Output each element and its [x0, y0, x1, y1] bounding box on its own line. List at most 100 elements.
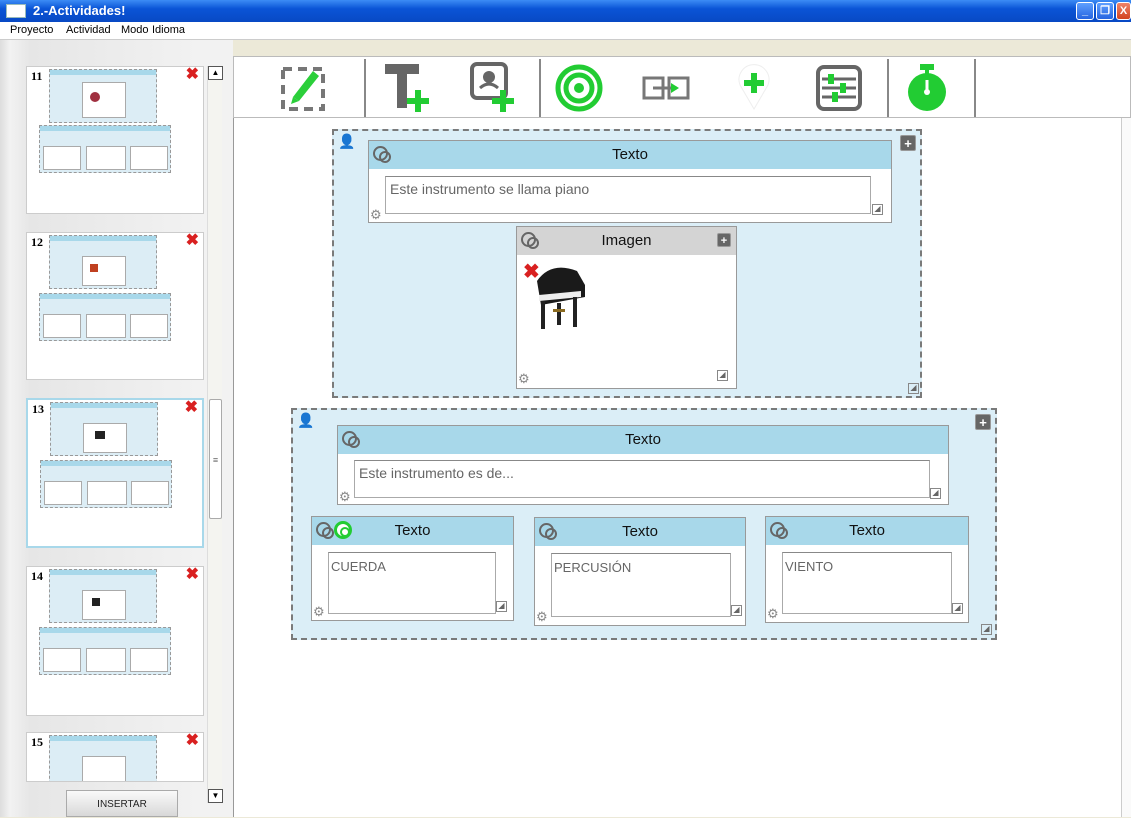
gear-icon[interactable]: ⚙ — [370, 208, 382, 221]
delete-slide-icon[interactable]: ✖ — [186, 67, 199, 83]
link-icon[interactable] — [342, 431, 360, 448]
target-tool[interactable] — [544, 60, 614, 116]
tool-bar — [233, 56, 1131, 118]
resize-handle-icon[interactable]: ◢ — [981, 624, 992, 635]
scrollbar-thumb[interactable]: ≡ — [209, 399, 222, 519]
menu-actividad[interactable]: Actividad — [66, 24, 111, 36]
target-icon — [555, 64, 603, 112]
activity-canvas[interactable]: 👤 + Texto Este instrumento se llama pian… — [233, 118, 1131, 817]
piano-image — [537, 267, 585, 329]
add-marker-tool[interactable] — [719, 60, 789, 116]
window-title: 2.-Actividades! — [33, 3, 126, 18]
resize-handle-icon[interactable]: ◢ — [872, 204, 883, 215]
card-header: Texto — [369, 141, 891, 169]
mini-group — [49, 235, 157, 289]
connect-tool[interactable] — [631, 60, 701, 116]
add-text-icon — [385, 64, 429, 112]
menu-idioma[interactable]: Idioma — [152, 24, 185, 36]
delete-slide-icon[interactable]: ✖ — [186, 233, 199, 249]
mini-group — [49, 569, 157, 623]
option-input[interactable]: VIENTO — [782, 552, 952, 614]
menu-proyecto[interactable]: Proyecto — [10, 24, 53, 36]
option-input[interactable]: PERCUSIÓN — [551, 553, 731, 617]
link-icon[interactable] — [770, 522, 788, 539]
resize-handle-icon[interactable]: ◢ — [496, 601, 507, 612]
resize-handle-icon[interactable]: ◢ — [731, 605, 742, 616]
delete-slide-icon[interactable]: ✖ — [186, 733, 199, 749]
add-element-icon[interactable]: + — [975, 414, 991, 430]
close-button[interactable]: X — [1116, 2, 1131, 20]
add-element-icon[interactable]: + — [717, 233, 731, 247]
person-icon: 👤 — [338, 133, 356, 149]
add-element-icon[interactable]: + — [900, 135, 916, 151]
slide-number: 15 — [31, 735, 43, 749]
option-card-2[interactable]: Texto PERCUSIÓN ⚙ ◢ — [534, 517, 746, 626]
resize-handle-icon[interactable]: ◢ — [908, 383, 919, 394]
slide-thumbnail-12[interactable]: 12 ✖ — [26, 232, 204, 380]
mini-group — [40, 460, 172, 508]
delete-slide-icon[interactable]: ✖ — [186, 567, 199, 583]
activity-group-2[interactable]: 👤 + Texto Este instrumento es de... ⚙ ◢ … — [291, 408, 997, 640]
slide-number: 13 — [32, 402, 44, 416]
activity-group-1[interactable]: 👤 + Texto Este instrumento se llama pian… — [332, 129, 922, 398]
sidebar-scrollbar[interactable]: ▲ ≡ ▼ — [207, 66, 223, 803]
mini-group — [39, 293, 171, 341]
connect-icon — [642, 76, 690, 100]
person-icon: 👤 — [297, 412, 315, 428]
option-input[interactable]: CUERDA — [328, 552, 496, 614]
option-card-1[interactable]: Texto CUERDA ⚙ ◢ — [311, 516, 514, 621]
card-header: Texto — [535, 518, 745, 546]
slide-thumbnail-14[interactable]: 14 ✖ — [26, 566, 204, 716]
target-icon[interactable] — [334, 521, 352, 539]
option-card-3[interactable]: Texto VIENTO ⚙ ◢ — [765, 516, 969, 623]
gear-icon[interactable]: ⚙ — [339, 490, 351, 503]
text-input[interactable]: Este instrumento es de... — [354, 460, 930, 498]
add-image-tool[interactable] — [459, 60, 529, 116]
minimize-button[interactable]: _ — [1076, 2, 1094, 20]
slide-sidebar: 11 ✖ 12 ✖ 13 ✖ 14 ✖ 15 ✖ ▲ ≡ ▼ INSERTAR — [0, 40, 233, 817]
slide-thumbnail-13[interactable]: 13 ✖ — [26, 398, 204, 548]
mixer-tool[interactable] — [804, 60, 874, 116]
gear-icon[interactable]: ⚙ — [536, 610, 548, 623]
timer-tool[interactable] — [892, 60, 962, 116]
scroll-down-arrow[interactable]: ▼ — [208, 789, 223, 803]
gear-icon[interactable]: ⚙ — [767, 607, 779, 620]
menu-modo[interactable]: Modo — [121, 24, 149, 36]
edit-frame-tool[interactable] — [269, 60, 339, 116]
delete-slide-icon[interactable]: ✖ — [185, 400, 198, 416]
insert-button[interactable]: INSERTAR — [66, 790, 178, 817]
slide-thumbnail-11[interactable]: 11 ✖ — [26, 66, 204, 214]
link-icon[interactable] — [316, 522, 334, 539]
mini-group — [39, 627, 171, 675]
slide-thumbnail-15[interactable]: 15 ✖ — [26, 732, 204, 782]
link-icon[interactable] — [521, 232, 539, 249]
add-image-icon — [470, 62, 514, 112]
card-header: Texto — [766, 517, 968, 545]
text-card[interactable]: Texto Este instrumento es de... ⚙ ◢ — [337, 425, 949, 505]
link-icon[interactable] — [373, 146, 391, 163]
maximize-button[interactable]: ❐ — [1096, 2, 1114, 20]
resize-handle-icon[interactable]: ◢ — [930, 488, 941, 499]
edit-frame-icon — [281, 67, 325, 111]
link-icon[interactable] — [539, 523, 557, 540]
canvas-scrollbar[interactable] — [1121, 118, 1131, 817]
gear-icon[interactable]: ⚙ — [313, 605, 325, 618]
resize-handle-icon[interactable]: ◢ — [717, 370, 728, 381]
text-card[interactable]: Texto Este instrumento se llama piano ⚙ … — [368, 140, 892, 223]
window-titlebar: 2.-Actividades! _ ❐ X — [0, 0, 1131, 22]
mini-group — [49, 735, 157, 781]
slide-number: 14 — [31, 569, 43, 583]
add-text-tool[interactable] — [374, 60, 444, 116]
menu-bar: Proyecto Actividad Modo Idioma — [0, 22, 1131, 40]
resize-handle-icon[interactable]: ◢ — [952, 603, 963, 614]
app-icon — [6, 4, 26, 18]
image-card[interactable]: Imagen + ✖ ⚙ ◢ — [516, 226, 737, 389]
timer-icon — [908, 64, 946, 111]
scroll-up-arrow[interactable]: ▲ — [208, 66, 223, 80]
gear-icon[interactable]: ⚙ — [518, 372, 530, 385]
mini-group — [50, 402, 158, 456]
mixer-icon — [816, 65, 862, 111]
slide-number: 11 — [31, 69, 43, 83]
add-marker-icon — [738, 64, 770, 110]
text-input[interactable]: Este instrumento se llama piano — [385, 176, 871, 214]
